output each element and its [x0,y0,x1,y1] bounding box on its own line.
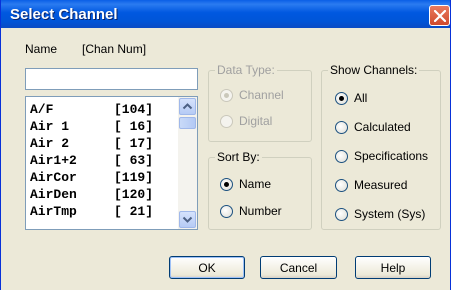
sort-by-number-label: Number [239,204,282,218]
show-specifications-radio[interactable] [335,150,348,163]
cancel-button[interactable]: Cancel [260,256,337,279]
data-type-channel-label: Channel [239,88,284,102]
show-calculated-radio[interactable] [335,121,348,134]
close-button[interactable] [429,5,450,26]
name-column-label: Name [25,42,58,56]
sort-by-group: Sort By: [208,150,312,230]
sort-by-name-label: Name [239,177,272,191]
list-scrollbar[interactable] [178,97,197,229]
channel-listbox[interactable]: A/F [104] Air 1[ 16] Air 2[ 17] Air1+2[ 6… [25,96,198,230]
list-item[interactable]: AirDen [120] [30,187,153,203]
list-item[interactable]: A/F [104] [30,102,153,118]
name-search-input[interactable] [25,68,198,90]
close-icon [434,10,446,22]
show-calculated-label: Calculated [354,120,411,134]
scroll-up-button[interactable] [179,98,196,115]
data-type-group: Data Type: [208,63,312,142]
dialog-title: Select Channel [10,6,118,23]
show-all-radio[interactable] [335,92,348,105]
sort-by-number-radio[interactable] [220,205,233,218]
list-item[interactable]: AirCor [119] [30,170,153,186]
data-type-channel-radio[interactable] [220,89,233,102]
show-measured-radio[interactable] [335,179,348,192]
chevron-up-icon [182,103,193,110]
list-item[interactable]: Air 1[ 16] [30,119,153,135]
show-system-label: System (Sys) [354,207,426,221]
chevron-down-icon [182,216,193,223]
sort-by-title: Sort By: [215,150,262,164]
sort-by-name-radio[interactable] [220,178,233,191]
ok-button[interactable]: OK [169,256,245,279]
show-measured-label: Measured [354,178,408,192]
show-all-label: All [354,91,368,105]
select-channel-dialog: Select Channel Name [Chan Num] A/F [104] … [0,0,451,290]
show-specifications-label: Specifications [354,149,429,163]
list-item[interactable]: AirTmp[ 21] [30,204,153,220]
scroll-thumb[interactable] [179,117,196,129]
data-type-digital-label: Digital [239,114,273,128]
chan-num-column-label: [Chan Num] [82,42,147,56]
help-button[interactable]: Help [355,256,431,279]
show-system-radio[interactable] [335,208,348,221]
title-bar[interactable]: Select Channel [1,0,450,28]
list-item[interactable]: Air1+2[ 63] [30,153,153,169]
list-item[interactable]: Air 2[ 17] [30,136,153,152]
data-type-title: Data Type: [215,63,277,77]
show-channels-title: Show Channels: [328,63,420,77]
scroll-down-button[interactable] [179,211,196,228]
data-type-digital-radio[interactable] [220,115,233,128]
